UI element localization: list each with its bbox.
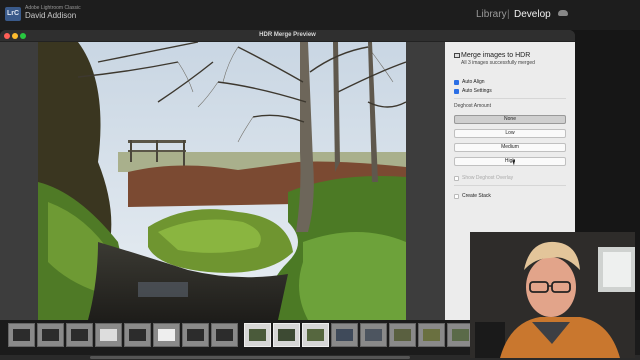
webcam-overlay	[470, 232, 635, 358]
filmstrip-thumbnail-selected[interactable]	[302, 323, 329, 347]
lightroom-top-bar: LrC Adobe Lightroom Classic David Addiso…	[0, 0, 640, 30]
dialog-title-bar: HDR Merge Preview	[0, 30, 575, 42]
screen: LrC Adobe Lightroom Classic David Addiso…	[0, 0, 640, 360]
auto-align-label: Auto Align	[462, 79, 485, 85]
filmstrip-thumbnail-selected[interactable]	[244, 323, 271, 347]
module-develop[interactable]: Develop	[514, 9, 551, 20]
module-library[interactable]: Library	[476, 9, 507, 20]
merge-status: All 3 images successfully merged	[461, 60, 535, 66]
preview-area	[0, 42, 445, 320]
show-deghost-overlay-checkbox[interactable]: Show Deghost Overlay	[454, 175, 513, 181]
deghost-medium-button[interactable]: Medium	[454, 143, 566, 152]
checkbox-checked-icon[interactable]	[454, 79, 459, 85]
dialog-title: HDR Merge Preview	[259, 32, 316, 38]
filmstrip-thumbnail[interactable]	[360, 323, 387, 347]
merge-title: Merge images to HDR	[461, 52, 531, 59]
deghost-none-button[interactable]: None	[454, 115, 566, 124]
deghost-high-button[interactable]: High	[454, 157, 566, 166]
checkbox-checked-icon[interactable]	[454, 88, 459, 94]
create-stack-label: Create Stack	[462, 193, 491, 199]
filmstrip-thumbnail[interactable]	[95, 323, 122, 347]
cloud-icon[interactable]	[558, 10, 568, 16]
filmstrip-thumbnail[interactable]	[153, 323, 180, 347]
module-separator: |	[507, 9, 510, 20]
filmstrip-thumbnail[interactable]	[8, 323, 35, 347]
divider	[454, 98, 566, 99]
filmstrip-scroll-handle[interactable]	[90, 356, 410, 359]
user-name-label: David Addison	[25, 11, 77, 20]
filmstrip-thumbnail[interactable]	[66, 323, 93, 347]
filmstrip-thumbnail[interactable]	[37, 323, 64, 347]
deghost-low-button[interactable]: Low	[454, 129, 566, 138]
deghost-amount-label: Deghost Amount	[454, 103, 491, 109]
filmstrip-thumbnail[interactable]	[182, 323, 209, 347]
show-deghost-overlay-label: Show Deghost Overlay	[462, 175, 514, 181]
filmstrip-thumbnail[interactable]	[389, 323, 416, 347]
divider	[454, 185, 566, 186]
create-stack-checkbox[interactable]: Create Stack	[454, 193, 491, 199]
checkbox-unchecked-icon[interactable]	[454, 193, 459, 199]
auto-settings-label: Auto Settings	[462, 88, 492, 94]
hdr-preview-image	[38, 42, 406, 320]
auto-align-checkbox[interactable]: Auto Align	[454, 79, 485, 85]
filmstrip-thumbnail[interactable]	[211, 323, 238, 347]
auto-settings-checkbox[interactable]: Auto Settings	[454, 88, 492, 94]
filmstrip-thumbnail[interactable]	[124, 323, 151, 347]
lightroom-logo: LrC	[5, 7, 21, 21]
filmstrip-thumbnail-selected[interactable]	[273, 323, 300, 347]
merge-icon	[454, 53, 460, 58]
filmstrip-thumbnail[interactable]	[331, 323, 358, 347]
checkbox-unchecked-icon[interactable]	[454, 175, 459, 181]
filmstrip-thumbnail[interactable]	[418, 323, 445, 347]
